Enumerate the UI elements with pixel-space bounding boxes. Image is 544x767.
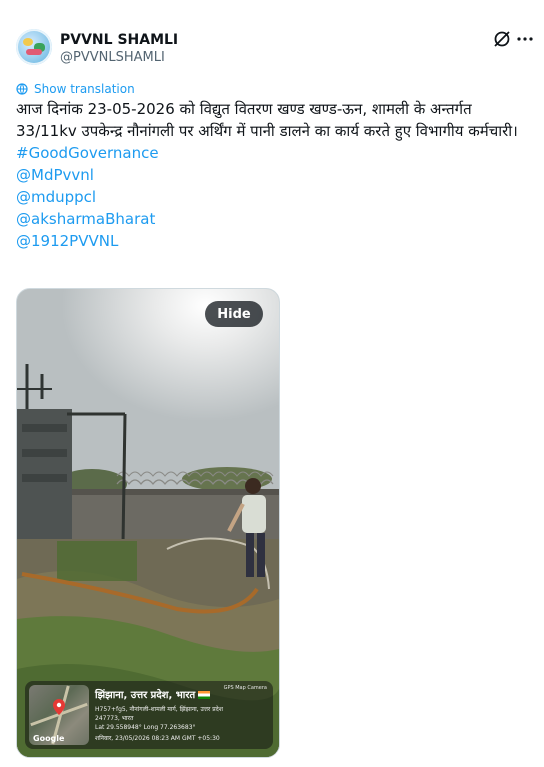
mention-link[interactable]: @1912PVVNL — [16, 230, 522, 252]
map-thumbnail: Google — [29, 685, 89, 745]
location-pin-icon — [53, 699, 65, 715]
tweet: PVVNL SHAMLI @PVVNLSHAMLI Show translati… — [0, 0, 544, 767]
gps-camera-label: GPS Map Camera — [223, 685, 267, 691]
hashtag-link[interactable]: #GoodGovernance — [16, 142, 522, 164]
avatar-logo-part — [26, 49, 42, 55]
mention-link[interactable]: @MdPvvnl — [16, 164, 522, 186]
author-handle[interactable]: @PVVNLSHAMLI — [60, 50, 165, 66]
gps-coordinates: Lat 29.558948° Long 77.263683° — [95, 724, 196, 731]
avatar-logo-part — [23, 38, 33, 46]
show-translation-label: Show translation — [34, 82, 135, 96]
hide-button[interactable]: Hide — [205, 301, 263, 327]
tweet-body: आज दिनांक 23-05-2026 को विद्युत वितरण खण… — [16, 100, 518, 140]
mention-link[interactable]: @aksharmaBharat — [16, 208, 522, 230]
gps-datetime: शनिवार, 23/05/2026 08:23 AM GMT +05:30 — [95, 735, 220, 742]
gps-overlay: Google GPS Map Camera झिंझाना, उत्तर प्र… — [25, 681, 273, 749]
tweet-photo[interactable]: Hide Google GPS Map Camera झिंझाना, उत्त… — [16, 288, 280, 758]
gps-address-line2: 247773, भारत — [95, 715, 134, 722]
mention-link[interactable]: @mduppcl — [16, 186, 522, 208]
tweet-text: आज दिनांक 23-05-2026 को विद्युत वितरण खण… — [16, 98, 522, 252]
gps-address-line1: H757+fg5, नौनांगली-शामली मार्ग, झिंझाना,… — [95, 706, 223, 713]
google-logo: Google — [33, 734, 65, 743]
more-icon[interactable] — [516, 32, 534, 46]
grok-icon[interactable] — [492, 29, 512, 49]
show-translation-link[interactable]: Show translation — [16, 82, 135, 96]
india-flag-icon — [198, 691, 211, 699]
translate-icon — [16, 83, 28, 95]
gps-place: झिंझाना, उत्तर प्रदेश, भारत — [95, 687, 211, 701]
avatar[interactable] — [16, 29, 52, 65]
author-name[interactable]: PVVNL SHAMLI — [60, 31, 178, 49]
